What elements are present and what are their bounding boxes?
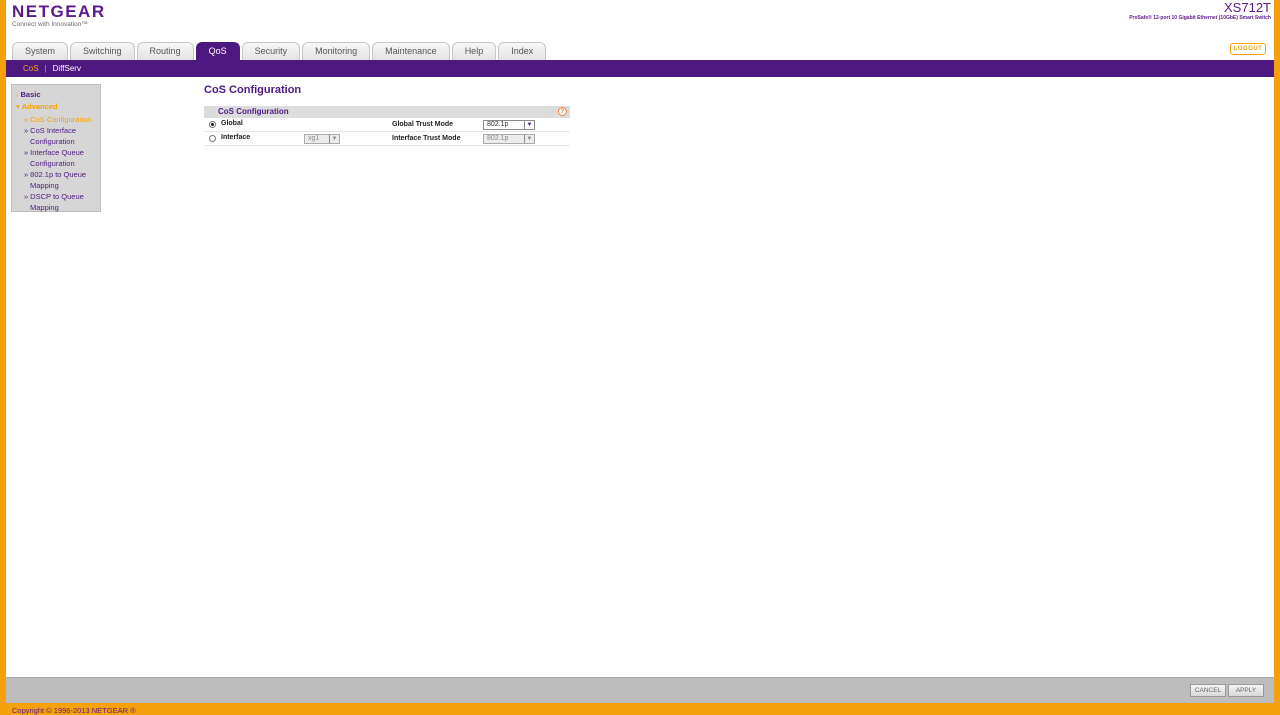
tab-security[interactable]: Security — [241, 42, 301, 60]
section-header: CoS Configuration ? — [204, 106, 570, 118]
interface-radio[interactable] — [209, 135, 216, 142]
chevron-down-icon: ▼ — [524, 135, 534, 143]
chevron-down-icon: ▾ — [16, 102, 20, 111]
cos-configuration-panel: CoS Configuration ? Global Global Trust … — [204, 106, 570, 146]
side-item-dscp-to-queue-mapping[interactable]: » DSCP to Queue Mapping — [16, 191, 100, 213]
chevron-right-icon: › — [16, 90, 19, 99]
subnav-diffserv[interactable]: DiffServ — [53, 64, 81, 73]
copyright-text: Copyright © 1996-2013 NETGEAR ® — [12, 706, 136, 715]
global-radio-label: Global — [221, 120, 243, 127]
side-item-label: 802.1p to Queue — [30, 170, 87, 179]
subnav-separator: | — [44, 64, 47, 73]
side-item-label-cont: Mapping — [30, 203, 59, 212]
side-item-label: Interface Queue — [30, 148, 84, 157]
interface-select[interactable]: xg1 ▼ — [304, 134, 340, 144]
side-basic[interactable]: › Basic — [16, 90, 100, 99]
sub-navigation: CoS | DiffServ — [6, 60, 1274, 77]
interface-radio-label: Interface — [221, 134, 251, 141]
side-item-label-cont: Configuration — [30, 159, 75, 168]
interface-row: Interface xg1 ▼ Interface Trust Mode 802… — [204, 132, 570, 146]
side-menu: › Basic ▾ Advanced » CoS Configuration » CoS… — [11, 84, 101, 212]
logout-button[interactable]: LOGOUT — [1230, 43, 1266, 55]
side-item-cos-interface-configuration[interactable]: » CoS Interface Configuration — [16, 125, 100, 147]
side-item-label: DSCP to Queue — [30, 192, 84, 201]
chevron-down-icon: ▼ — [329, 135, 339, 143]
side-item-cos-configuration[interactable]: » CoS Configuration — [16, 114, 100, 125]
main-tabs: System Switching Routing QoS Security Mo… — [12, 42, 547, 60]
select-value: 802.1p — [487, 135, 509, 142]
side-item-label: CoS Interface — [30, 126, 77, 135]
tab-index[interactable]: Index — [498, 42, 547, 60]
side-item-interface-queue-configuration[interactable]: » Interface Queue Configuration — [16, 147, 100, 169]
section-title: CoS Configuration — [218, 107, 289, 116]
logo-wordmark: NETGEAR — [12, 2, 106, 21]
global-trust-mode-label: Global Trust Mode — [392, 121, 454, 128]
tab-switching[interactable]: Switching — [70, 42, 135, 60]
side-item-8021p-to-queue-mapping[interactable]: » 802.1p to Queue Mapping — [16, 169, 100, 191]
tab-system[interactable]: System — [12, 42, 69, 60]
model-description: ProSafe® 12-port 10 Gigabit Ethernet (10… — [1129, 15, 1271, 21]
help-icon[interactable]: ? — [558, 107, 567, 116]
side-item-label-cont: Mapping — [30, 181, 59, 190]
subnav-cos[interactable]: CoS — [23, 64, 39, 73]
chevron-down-icon: ▼ — [524, 121, 534, 129]
tab-help[interactable]: Help — [451, 42, 497, 60]
app-window: NETGEAR Connect with Innovation™ XS712T … — [6, 0, 1274, 703]
global-radio[interactable] — [209, 121, 216, 128]
global-trust-mode-select[interactable]: 802.1p ▼ — [483, 120, 535, 130]
side-basic-label: Basic — [20, 90, 41, 99]
select-value: 802.1p — [487, 121, 509, 128]
interface-trust-mode-label: Interface Trust Mode — [392, 135, 461, 142]
model-name: XS712T — [1224, 0, 1271, 15]
netgear-logo: NETGEAR Connect with Innovation™ — [12, 2, 106, 28]
cancel-button[interactable]: CANCEL — [1190, 684, 1226, 697]
logo-tagline: Connect with Innovation™ — [12, 21, 88, 28]
global-row: Global Global Trust Mode 802.1p ▼ — [204, 118, 570, 132]
side-advanced[interactable]: ▾ Advanced — [16, 102, 100, 111]
tab-qos[interactable]: QoS — [195, 42, 240, 60]
tab-maintenance[interactable]: Maintenance — [372, 42, 450, 60]
page-title: CoS Configuration — [204, 84, 302, 96]
interface-trust-mode-select[interactable]: 802.1p ▼ — [483, 134, 535, 144]
footer-bar: CANCEL APPLY — [6, 677, 1274, 703]
side-item-label-cont: Configuration — [30, 137, 75, 146]
side-item-label: CoS Configuration — [30, 115, 92, 124]
tab-monitoring[interactable]: Monitoring — [302, 42, 371, 60]
apply-button[interactable]: APPLY — [1228, 684, 1264, 697]
side-advanced-label: Advanced — [21, 102, 58, 111]
tab-routing[interactable]: Routing — [136, 42, 194, 60]
select-value: xg1 — [308, 135, 320, 142]
